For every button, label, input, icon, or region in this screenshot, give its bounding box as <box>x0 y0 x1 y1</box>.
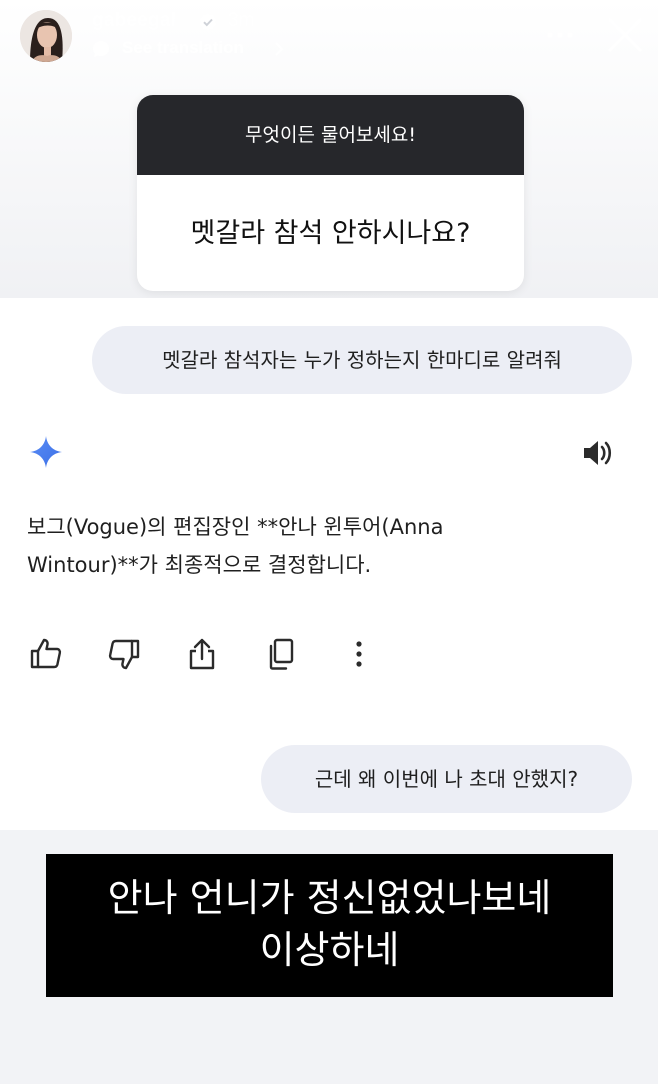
more-vertical-icon[interactable] <box>341 636 377 672</box>
verified-badge-icon <box>199 13 217 31</box>
speaker-icon[interactable] <box>580 436 616 470</box>
gemini-sparkle-icon <box>30 436 62 468</box>
assistant-answer: 보그(Vogue)의 편집장인 **안나 윈투어(Anna Wintour)**… <box>27 508 527 584</box>
copy-icon[interactable] <box>263 636 299 672</box>
chevron-right-icon <box>275 42 284 56</box>
avatar[interactable] <box>20 10 72 62</box>
speech-bubble-icon <box>93 41 109 57</box>
thumbs-down-icon[interactable] <box>106 636 142 672</box>
username[interactable]: gabeegal <box>92 10 176 32</box>
more-horizontal-icon[interactable] <box>545 25 575 45</box>
user-message-bubble: 멧갈라 참석자는 누가 정하는지 한마디로 알려줘 <box>92 326 632 394</box>
answer-line: 보그(Vogue)의 편집장인 **안나 윈투어(Anna <box>27 515 444 539</box>
story-header: gabeegal 3m See translation <box>0 0 658 80</box>
thumbs-up-icon[interactable] <box>28 636 64 672</box>
answer-line: Wintour)**가 최종적으로 결정합니다. <box>27 553 372 577</box>
see-translation-label: See translation <box>122 38 244 57</box>
caption-line: 이상하네 <box>259 928 400 972</box>
question-prompt: 무엇이든 물어보세요! <box>137 95 524 175</box>
close-icon[interactable] <box>606 16 644 54</box>
story-caption: 안나 언니가 정신없었나보네 이상하네 <box>46 854 613 997</box>
post-time: 3m <box>228 10 255 31</box>
caption-line: 안나 언니가 정신없었나보네 <box>107 876 552 920</box>
chat-screenshot: 멧갈라 참석자는 누가 정하는지 한마디로 알려줘 보그(Vogue)의 편집장… <box>0 298 658 830</box>
question-text: 멧갈라 참석 안하시나요? <box>190 218 471 249</box>
question-sticker[interactable]: 무엇이든 물어보세요! 멧갈라 참석 안하시나요? <box>137 95 524 291</box>
share-icon[interactable] <box>184 636 220 672</box>
user-message-bubble: 근데 왜 이번에 나 초대 안했지? <box>261 745 632 813</box>
